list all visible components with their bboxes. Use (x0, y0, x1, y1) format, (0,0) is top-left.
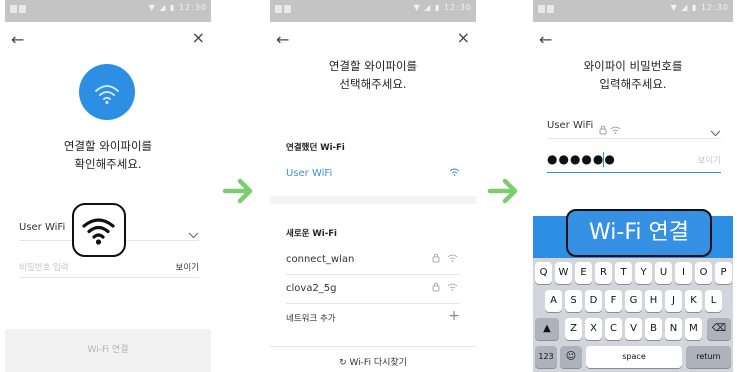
section-title-connected: 연결했던 Wi-Fi (286, 143, 345, 153)
network-select-value[interactable]: User WiFi (547, 120, 593, 131)
key-z[interactable]: Z (565, 318, 582, 340)
key-m[interactable]: M (685, 318, 702, 340)
key-t[interactable]: T (615, 262, 632, 284)
key-v[interactable]: V (625, 318, 642, 340)
network-item-connected[interactable]: User WiFi (286, 168, 332, 179)
step-arrow-icon (221, 176, 255, 210)
section-separator (270, 196, 476, 204)
key-u[interactable]: U (655, 262, 672, 284)
key-l[interactable]: L (705, 290, 722, 312)
screen-select-wifi: ▼ ◢ ▮ 12:30 ← × 연결할 와이파이를 선택해주세요. 연결했던 W… (270, 0, 476, 372)
wifi-signal-icon (449, 167, 460, 180)
key-n[interactable]: N (665, 318, 682, 340)
page-title: 연결할 와이파이를 확인해주세요. (63, 139, 153, 171)
wifi-highlight-icon (72, 203, 126, 257)
lock-wifi-icon (599, 120, 627, 139)
password-underline (19, 277, 199, 278)
key-j[interactable]: J (665, 290, 682, 312)
wifi-connect-button[interactable]: Wi-Fi 연결 (5, 329, 211, 372)
space-key[interactable]: space (586, 346, 682, 368)
network-select-underline (547, 138, 721, 139)
screen-confirm-wifi: ▼ ◢ ▮ 12:30 ← × 연결할 와이파이를 확인해주세요. User W… (5, 0, 211, 372)
network-item[interactable]: connect_wlan (286, 254, 354, 265)
key-h[interactable]: H (645, 290, 662, 312)
key-a[interactable]: A (545, 290, 562, 312)
lock-wifi-icon (432, 282, 460, 295)
back-icon[interactable]: ← (11, 30, 24, 49)
key-s[interactable]: S (565, 290, 582, 312)
network-item[interactable]: clova2_5g (286, 283, 337, 294)
status-time: ▼ ◢ ▮ 12:30 (413, 3, 472, 12)
network-select-value[interactable]: User WiFi (19, 222, 65, 233)
key-w[interactable]: W (555, 262, 572, 284)
page-title: 연결할 와이파이를 선택해주세요. (328, 59, 418, 91)
section-title-new: 새로운 Wi-Fi (286, 229, 337, 239)
return-key[interactable]: return (686, 346, 731, 368)
on-screen-keyboard: Q W E R T Y U I O P A S D F G H J K L ▲ … (533, 258, 733, 372)
key-x[interactable]: X (585, 318, 602, 340)
step-arrow-icon (486, 176, 520, 210)
notification-icon (538, 5, 545, 13)
key-i[interactable]: I (675, 262, 692, 284)
status-bar: ▼ ◢ ▮ 12:30 (5, 0, 211, 22)
backspace-key[interactable]: ⌫ (707, 318, 731, 340)
key-r[interactable]: R (595, 262, 612, 284)
status-time: ▼ ◢ ▮ 12:30 (670, 3, 729, 12)
back-icon[interactable]: ← (539, 30, 552, 49)
wifi-icon (79, 64, 135, 120)
image-icon (547, 5, 554, 13)
password-input[interactable]: 비밀번호 입력 (19, 261, 69, 273)
close-icon[interactable]: × (192, 28, 205, 47)
key-k[interactable]: K (685, 290, 702, 312)
back-icon[interactable]: ← (276, 30, 289, 49)
close-icon[interactable]: × (457, 28, 470, 47)
status-time: ▼ ◢ ▮ 12:30 (148, 3, 207, 12)
row-divider (286, 274, 460, 275)
lock-wifi-icon (432, 253, 460, 266)
rescan-wifi-button[interactable]: ↻ Wi-Fi 다시찾기 (270, 355, 476, 368)
key-d[interactable]: D (585, 290, 602, 312)
show-password-toggle[interactable]: 보이기 (176, 261, 199, 273)
screen-enter-password: ▼ ◢ ▮ 12:30 ← 와이파이 비밀번호를 입력해주세요. User Wi… (533, 0, 733, 372)
text-cursor (603, 152, 604, 167)
shift-key[interactable]: ▲ (535, 318, 559, 340)
password-underline (547, 172, 721, 173)
status-bar: ▼ ◢ ▮ 12:30 (270, 0, 476, 22)
key-g[interactable]: G (625, 290, 642, 312)
show-password-toggle[interactable]: 보이기 (698, 154, 721, 166)
notification-icon (10, 5, 17, 13)
image-icon (284, 5, 291, 13)
add-network-item[interactable]: 네트워크 추가 (286, 312, 336, 324)
key-o[interactable]: O (695, 262, 712, 284)
key-b[interactable]: B (645, 318, 662, 340)
key-p[interactable]: P (715, 262, 732, 284)
footer-divider (270, 346, 476, 347)
key-c[interactable]: C (605, 318, 622, 340)
plus-icon[interactable]: + (448, 308, 460, 324)
key-q[interactable]: Q (535, 262, 552, 284)
page-title: 와이파이 비밀번호를 입력해주세요. (583, 59, 683, 91)
emoji-key[interactable]: ☺ (560, 346, 582, 368)
notification-icon (275, 5, 282, 13)
key-e[interactable]: E (575, 262, 592, 284)
key-y[interactable]: Y (635, 262, 652, 284)
status-bar: ▼ ◢ ▮ 12:30 (533, 0, 733, 22)
numbers-key[interactable]: 123 (535, 346, 557, 368)
password-input[interactable]: ●●●●●● (547, 152, 616, 166)
image-icon (19, 5, 26, 13)
row-divider (286, 303, 460, 304)
refresh-icon: ↻ (339, 358, 347, 368)
key-f[interactable]: F (605, 290, 622, 312)
wifi-connect-button[interactable]: Wi-Fi 연결 (566, 209, 712, 257)
